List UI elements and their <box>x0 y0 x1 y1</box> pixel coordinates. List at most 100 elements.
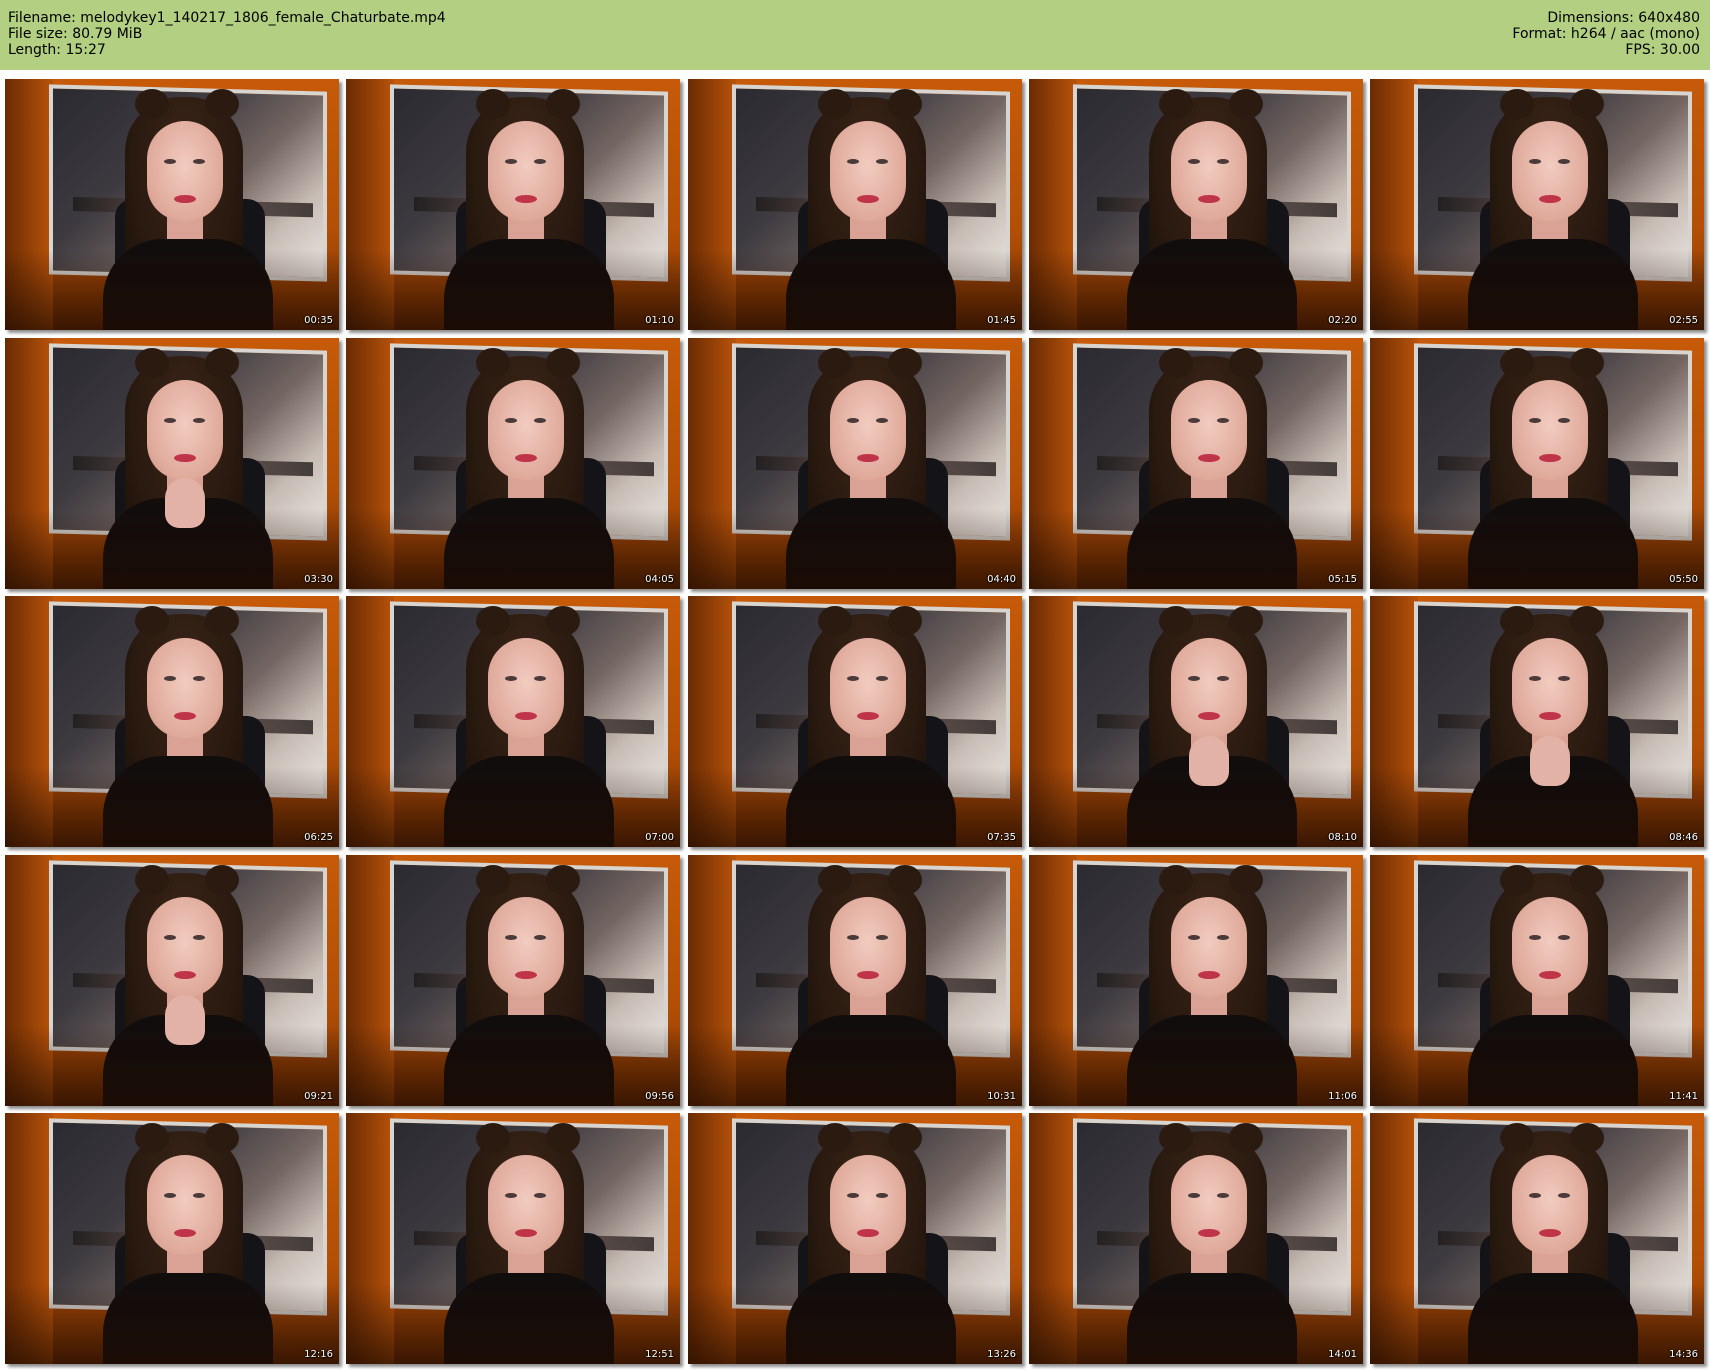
frame-timestamp: 06:25 <box>304 832 333 843</box>
frame-timestamp: 14:36 <box>1669 1349 1698 1360</box>
face <box>1512 121 1588 221</box>
lips <box>515 712 537 720</box>
video-frame-thumbnail[interactable]: 02:55 <box>1370 79 1704 330</box>
video-frame-thumbnail[interactable]: 07:00 <box>346 596 680 847</box>
eye <box>1558 418 1570 423</box>
frame-timestamp: 11:06 <box>1328 1091 1357 1102</box>
eye <box>1529 1193 1541 1198</box>
hair-bun-left <box>1159 606 1193 636</box>
hair-bun-right <box>1229 348 1263 378</box>
eye <box>847 935 859 940</box>
lips <box>174 1229 196 1237</box>
video-frame-thumbnail[interactable]: 06:25 <box>5 596 339 847</box>
eye <box>534 1193 546 1198</box>
face <box>830 897 906 997</box>
eye <box>1188 159 1200 164</box>
eye <box>876 159 888 164</box>
video-frame-thumbnail[interactable]: 10:31 <box>688 855 1022 1106</box>
video-frame-thumbnail[interactable]: 14:36 <box>1370 1113 1704 1364</box>
face <box>147 1155 223 1255</box>
video-frame-thumbnail[interactable]: 03:30 <box>5 338 339 589</box>
video-frame-thumbnail[interactable]: 09:21 <box>5 855 339 1106</box>
hair-bun-left <box>135 89 169 119</box>
frame-timestamp: 11:41 <box>1669 1091 1698 1102</box>
hair-bun-left <box>476 865 510 895</box>
info-header: Filename: melodykey1_140217_1806_female_… <box>0 0 1710 70</box>
shadow <box>688 1026 1022 1106</box>
face <box>1171 897 1247 997</box>
lips <box>857 454 879 462</box>
video-frame-thumbnail[interactable]: 11:41 <box>1370 855 1704 1106</box>
eye <box>505 935 517 940</box>
length-text: Length: 15:27 <box>8 42 106 58</box>
video-frame-thumbnail[interactable]: 13:26 <box>688 1113 1022 1364</box>
frame-timestamp: 14:01 <box>1328 1349 1357 1360</box>
video-frame-thumbnail[interactable]: 01:10 <box>346 79 680 330</box>
video-frame-thumbnail[interactable]: 11:06 <box>1029 855 1363 1106</box>
eye <box>1217 418 1229 423</box>
video-frame-thumbnail[interactable]: 01:45 <box>688 79 1022 330</box>
hair-bun-right <box>888 1123 922 1153</box>
eye <box>1558 676 1570 681</box>
file-info: Filename: melodykey1_140217_1806_female_… <box>8 10 446 58</box>
eye <box>164 159 176 164</box>
face <box>1171 638 1247 738</box>
eye <box>193 159 205 164</box>
hair-bun-left <box>135 1123 169 1153</box>
video-frame-thumbnail[interactable]: 08:10 <box>1029 596 1363 847</box>
video-frame-thumbnail[interactable]: 02:20 <box>1029 79 1363 330</box>
video-frame-thumbnail[interactable]: 09:56 <box>346 855 680 1106</box>
lips <box>1198 712 1220 720</box>
video-frame-thumbnail[interactable]: 07:35 <box>688 596 1022 847</box>
hair-bun-right <box>888 348 922 378</box>
shadow <box>688 767 1022 847</box>
eye <box>193 935 205 940</box>
eye <box>505 159 517 164</box>
frame-timestamp: 01:10 <box>645 315 674 326</box>
hair-bun-right <box>546 606 580 636</box>
eye <box>847 418 859 423</box>
video-frame-thumbnail[interactable]: 05:15 <box>1029 338 1363 589</box>
lips <box>1198 1229 1220 1237</box>
hair-bun-left <box>476 89 510 119</box>
hair-bun-left <box>818 606 852 636</box>
face <box>147 638 223 738</box>
frame-timestamp: 05:50 <box>1669 574 1698 585</box>
frame-timestamp: 04:40 <box>987 574 1016 585</box>
video-frame-thumbnail[interactable]: 04:05 <box>346 338 680 589</box>
eye <box>505 1193 517 1198</box>
frame-timestamp: 08:10 <box>1328 832 1357 843</box>
video-frame-thumbnail[interactable]: 12:51 <box>346 1113 680 1364</box>
hair-bun-right <box>1570 89 1604 119</box>
video-frame-thumbnail[interactable]: 12:16 <box>5 1113 339 1364</box>
video-frame-thumbnail[interactable]: 04:40 <box>688 338 1022 589</box>
face <box>1512 380 1588 480</box>
face <box>1512 638 1588 738</box>
hair-bun-right <box>1570 865 1604 895</box>
eye <box>847 1193 859 1198</box>
frame-timestamp: 02:20 <box>1328 315 1357 326</box>
hair-bun-right <box>1229 606 1263 636</box>
hair-bun-right <box>1570 348 1604 378</box>
face <box>488 121 564 221</box>
video-frame-thumbnail[interactable]: 05:50 <box>1370 338 1704 589</box>
face <box>830 380 906 480</box>
shadow <box>5 767 339 847</box>
shadow <box>346 1026 680 1106</box>
hair-bun-right <box>546 348 580 378</box>
hair-bun-left <box>818 89 852 119</box>
video-frame-thumbnail[interactable]: 00:35 <box>5 79 339 330</box>
video-frame-thumbnail[interactable]: 08:46 <box>1370 596 1704 847</box>
video-frame-thumbnail[interactable]: 14:01 <box>1029 1113 1363 1364</box>
hair-bun-left <box>1159 348 1193 378</box>
hair-bun-right <box>1570 1123 1604 1153</box>
shadow <box>5 1284 339 1364</box>
hair-bun-right <box>888 606 922 636</box>
shadow <box>1029 1284 1363 1364</box>
face <box>1512 1155 1588 1255</box>
hand-near-chin <box>165 995 205 1045</box>
filesize-text: File size: 80.79 MiB <box>8 26 143 42</box>
hair-bun-right <box>1229 865 1263 895</box>
face <box>1512 897 1588 997</box>
face <box>147 121 223 221</box>
